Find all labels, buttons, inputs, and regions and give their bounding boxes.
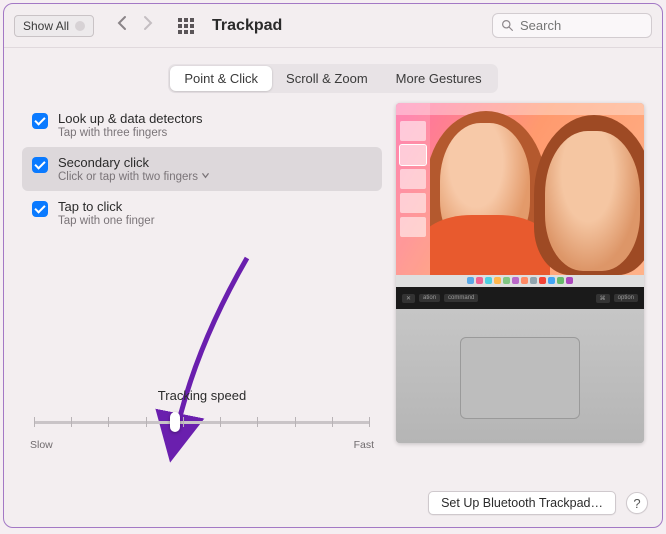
help-button[interactable]: ? <box>626 492 648 514</box>
slider-end-labels: Slow Fast <box>30 439 374 451</box>
slider-thumb[interactable] <box>170 412 180 432</box>
tracking-speed-label: Tracking speed <box>28 388 376 403</box>
option-text: Tap to click Tap with one finger <box>58 199 155 227</box>
option-label: Look up & data detectors <box>58 111 203 126</box>
preview-panel: ✕ationcommand⌘option <box>396 103 644 471</box>
tab-more-gestures[interactable]: More Gestures <box>382 66 496 91</box>
option-lookup[interactable]: Look up & data detectors Tap with three … <box>22 103 382 147</box>
slider-max-label: Fast <box>354 439 374 451</box>
toolbar: Show All Trackpad <box>4 4 662 48</box>
option-text: Secondary click Click or tap with two fi… <box>58 155 210 183</box>
preview-screen <box>396 103 644 275</box>
forward-button[interactable] <box>142 15 154 36</box>
option-label: Secondary click <box>58 155 210 170</box>
setup-bluetooth-button[interactable]: Set Up Bluetooth Trackpad… <box>428 491 616 515</box>
segmented-control: Point & Click Scroll & Zoom More Gesture… <box>168 64 497 93</box>
preferences-window: Show All Trackpad Point & Click Scroll &… <box>3 3 663 528</box>
tab-bar: Point & Click Scroll & Zoom More Gesture… <box>4 48 662 103</box>
slider-min-label: Slow <box>30 439 53 451</box>
checkbox[interactable] <box>32 201 48 217</box>
option-sub: Tap with three fingers <box>58 127 203 139</box>
search-icon <box>501 19 514 32</box>
preview-touchbar: ✕ationcommand⌘option <box>396 287 644 309</box>
preview-dock <box>396 275 644 287</box>
grid-icon[interactable] <box>178 18 194 34</box>
preview-trackpad-icon <box>460 337 580 419</box>
checkbox[interactable] <box>32 157 48 173</box>
option-sub: Tap with one finger <box>58 215 155 227</box>
trackpad-preview-image: ✕ationcommand⌘option <box>396 103 644 443</box>
nav-buttons <box>116 15 154 36</box>
option-tap-to-click[interactable]: Tap to click Tap with one finger <box>22 191 382 235</box>
toggle-knob-icon <box>75 21 85 31</box>
show-all-button[interactable]: Show All <box>14 15 94 37</box>
search-input[interactable] <box>520 18 640 33</box>
chevron-down-icon <box>201 171 210 183</box>
tracking-speed-section: Tracking speed Slow Fast <box>22 378 382 471</box>
option-sub-dropdown[interactable]: Click or tap with two fingers <box>58 171 210 183</box>
slider-ticks <box>34 417 370 427</box>
chevron-right-icon <box>142 15 154 31</box>
option-sub-text: Click or tap with two fingers <box>58 171 198 183</box>
options-panel: Look up & data detectors Tap with three … <box>22 103 382 471</box>
checkbox[interactable] <box>32 113 48 129</box>
preview-laptop-body <box>396 309 644 443</box>
chevron-left-icon <box>116 15 128 31</box>
footer: Set Up Bluetooth Trackpad… ? <box>4 483 662 527</box>
option-text: Look up & data detectors Tap with three … <box>58 111 203 139</box>
option-label: Tap to click <box>58 199 155 214</box>
option-secondary-click[interactable]: Secondary click Click or tap with two fi… <box>22 147 382 191</box>
back-button[interactable] <box>116 15 128 36</box>
show-all-label: Show All <box>23 19 69 33</box>
tab-scroll-zoom[interactable]: Scroll & Zoom <box>272 66 382 91</box>
search-field[interactable] <box>492 13 652 38</box>
tracking-speed-slider[interactable] <box>34 413 370 431</box>
content-area: Look up & data detectors Tap with three … <box>4 103 662 483</box>
tab-point-click[interactable]: Point & Click <box>170 66 272 91</box>
window-title: Trackpad <box>212 17 282 35</box>
